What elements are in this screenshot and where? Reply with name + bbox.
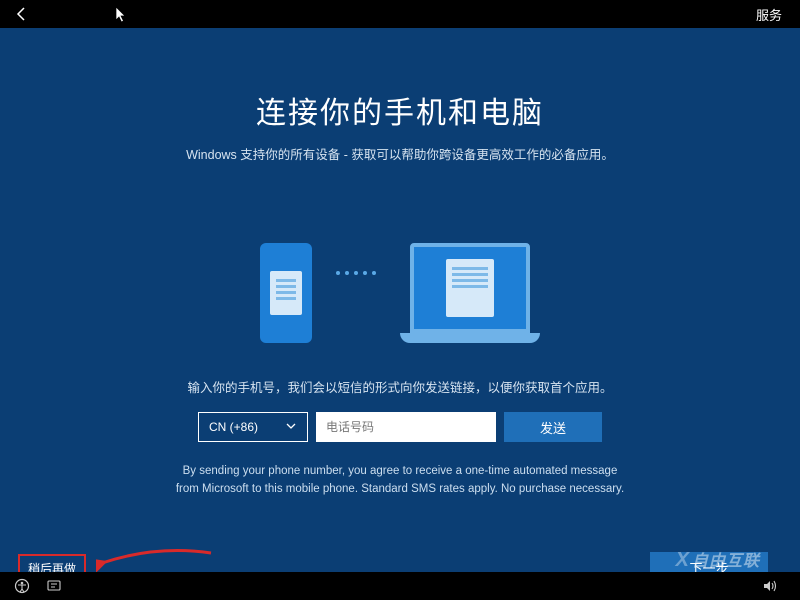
back-button[interactable] bbox=[10, 2, 34, 26]
phone-number-input[interactable] bbox=[316, 412, 496, 442]
instruction-text: 输入你的手机号，我们会以短信的形式向你发送链接，以便你获取首个应用。 bbox=[187, 377, 612, 396]
volume-icon[interactable] bbox=[758, 574, 782, 598]
connection-dots-icon bbox=[336, 271, 376, 275]
services-link[interactable]: 服务 bbox=[756, 5, 782, 24]
chevron-down-icon bbox=[285, 420, 297, 435]
disclaimer-line-1: By sending your phone number, you agree … bbox=[176, 462, 624, 480]
illustration bbox=[260, 203, 540, 343]
send-button[interactable]: 发送 bbox=[504, 412, 602, 442]
disclaimer-line-2: from Microsoft to this mobile phone. Sta… bbox=[176, 480, 624, 498]
phone-input-row: CN (+86) 发送 bbox=[198, 412, 602, 442]
disclaimer-text: By sending your phone number, you agree … bbox=[176, 462, 624, 499]
page-subtitle: Windows 支持你的所有设备 - 获取可以帮助你跨设备更高效工作的必备应用。 bbox=[186, 144, 614, 163]
main-panel: 连接你的手机和电脑 Windows 支持你的所有设备 - 获取可以帮助你跨设备更… bbox=[0, 28, 800, 572]
ease-of-access-icon[interactable] bbox=[10, 574, 34, 598]
ime-icon[interactable] bbox=[42, 574, 66, 598]
phone-icon bbox=[260, 243, 312, 343]
country-code-select[interactable]: CN (+86) bbox=[198, 412, 308, 442]
title-bar: 服务 bbox=[0, 0, 800, 28]
oobe-screen: 服务 连接你的手机和电脑 Windows 支持你的所有设备 - 获取可以帮助你跨… bbox=[0, 0, 800, 600]
country-code-label: CN (+86) bbox=[209, 420, 258, 434]
page-title: 连接你的手机和电脑 bbox=[256, 88, 544, 132]
bottom-bar bbox=[0, 572, 800, 600]
laptop-icon bbox=[400, 243, 540, 343]
